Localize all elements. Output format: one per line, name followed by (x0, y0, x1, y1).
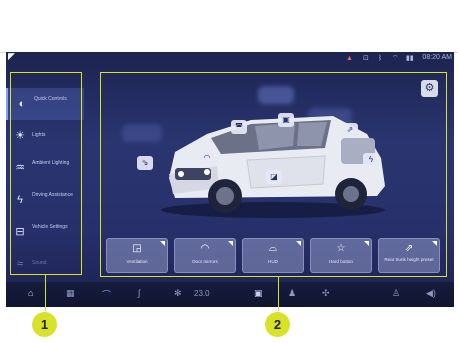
seatbelt-warning-icon: ▲ (346, 55, 353, 62)
climate-icon[interactable]: ⌒ (102, 288, 111, 301)
apps-icon[interactable]: ▦ (66, 288, 75, 299)
status-bar: ◤ ▲ ⊡ ᛒ ⌔ ▮▮ 08:20 AM (6, 52, 454, 66)
seat-heat-icon[interactable]: ∫ (138, 288, 140, 298)
callout-badge-1: 1 (32, 312, 57, 337)
volume-icon[interactable]: ◀) (426, 288, 436, 299)
bluetooth-icon: ᛒ (378, 55, 383, 62)
signal-icon: ▮▮ (406, 55, 414, 62)
bottom-dock: ⌂ ▦ ⌒ ∫ ✻ 23.0 ▣ ♟ ✣ ♙ ◀) (6, 282, 454, 307)
temperature-value[interactable]: 23.0 (194, 289, 210, 298)
callout-box-1 (10, 72, 82, 275)
home-icon[interactable]: ⌂ (28, 288, 33, 298)
home-logo-icon: ◤ (8, 52, 15, 61)
fan-speed-icon[interactable]: ✣ (322, 288, 330, 299)
document-header-area (0, 0, 458, 53)
callout-badge-2: 2 (265, 312, 290, 337)
seat-adjust-icon[interactable]: ♙ (392, 288, 400, 299)
lock-icon: ⊡ (363, 55, 369, 62)
fan-icon[interactable]: ✻ (174, 288, 182, 299)
seat-icon[interactable]: ♟ (288, 288, 296, 299)
callout-line-1 (45, 275, 46, 311)
defrost-icon[interactable]: ▣ (254, 288, 263, 299)
wifi-icon: ⌔ (392, 55, 399, 62)
callout-box-2 (100, 72, 447, 277)
status-time: 08:20 AM (422, 54, 452, 61)
callout-line-2 (278, 277, 279, 311)
